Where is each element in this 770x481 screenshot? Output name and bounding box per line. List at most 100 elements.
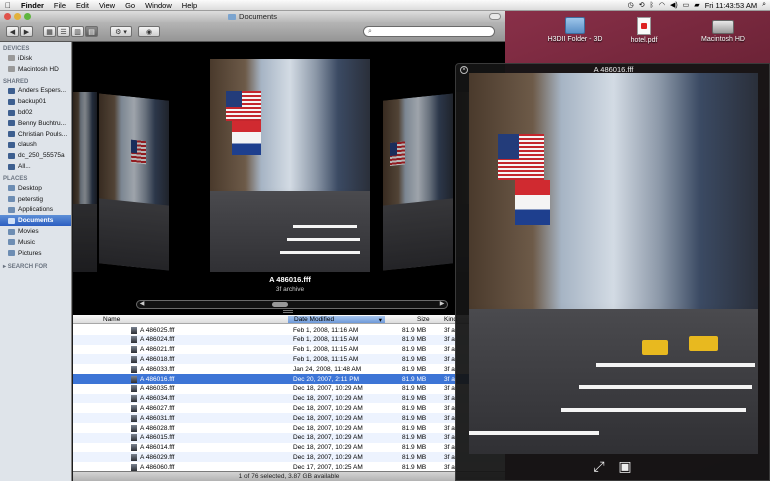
- minimize-button[interactable]: [14, 13, 21, 20]
- zoom-button[interactable]: [24, 13, 31, 20]
- sync-icon[interactable]: ⟲: [639, 1, 645, 9]
- table-row[interactable]: A 486031.fff Dec 18, 2007, 10:29 AM 81.9 M…: [73, 413, 505, 423]
- table-row[interactable]: A 486029.fff Dec 18, 2007, 10:29 AM 81.9 M…: [73, 452, 505, 463]
- sidebar-item-shared-all[interactable]: All...: [0, 161, 71, 172]
- table-row-selected[interactable]: A 486016.fff Dec 20, 2007, 2:11 PM 81.9 MB…: [73, 374, 505, 384]
- battery-icon[interactable]: ▭: [683, 1, 690, 9]
- sidebar-item-music[interactable]: Music: [0, 237, 71, 248]
- time-machine-icon[interactable]: ◷: [628, 1, 634, 9]
- sidebar-item-shared[interactable]: Christian Pouls...: [0, 129, 71, 140]
- sidebar-item-shared[interactable]: claush: [0, 140, 71, 151]
- table-row[interactable]: A 486018.fff Feb 1, 2008, 11:15 AM 81.9 MB…: [73, 354, 505, 365]
- taxi: [688, 335, 718, 352]
- coverflow-scrollbar[interactable]: ◀ ▶: [136, 300, 448, 309]
- sidebar-item-label: claush: [18, 141, 37, 149]
- sidebar-item-idisk[interactable]: iDisk: [0, 53, 71, 64]
- view-icons-button[interactable]: ▦: [43, 26, 56, 37]
- action-menu-button[interactable]: ⚙ ▾: [110, 26, 132, 37]
- spotlight-icon[interactable]: ⌕: [762, 1, 766, 9]
- file-thumbnail-icon: [131, 365, 137, 373]
- back-button[interactable]: ◀: [6, 26, 19, 37]
- sidebar-item-shared[interactable]: bd02: [0, 107, 71, 118]
- volume-icon[interactable]: ◀): [670, 1, 678, 9]
- status-bar: 1 of 76 selected, 3.87 GB available: [73, 471, 505, 481]
- view-list-button[interactable]: ☰: [57, 26, 70, 37]
- table-row[interactable]: A 486025.fff Feb 1, 2008, 11:16 AM 81.9 MB…: [73, 325, 505, 335]
- view-columns-button[interactable]: ▥: [71, 26, 84, 37]
- close-button[interactable]: [4, 13, 11, 20]
- table-row[interactable]: A 486014.fff Dec 18, 2007, 10:29 AM 81.9 M…: [73, 443, 505, 453]
- table-row[interactable]: A 486034.fff Dec 18, 2007, 10:29 AM 81.9 M…: [73, 393, 505, 404]
- menu-edit[interactable]: Edit: [71, 1, 94, 10]
- size-cell: 81.9 MB: [402, 444, 427, 452]
- sidebar-item-shared[interactable]: Benny Buchtru...: [0, 118, 71, 129]
- sidebar-item-home[interactable]: peterstig: [0, 194, 71, 205]
- apple-icon[interactable]: : [0, 1, 16, 10]
- file-name-cell: A 486029.fff: [140, 453, 175, 461]
- icon-view-icon: ▦: [46, 28, 53, 36]
- search-field[interactable]: ⌕: [363, 26, 495, 37]
- table-row[interactable]: A 486021.fff Feb 1, 2008, 11:15 AM 81.9 MB…: [73, 345, 505, 355]
- menu-clock[interactable]: Fri 11:43:53 AM: [705, 1, 757, 10]
- kind-cell: 3f a: [444, 385, 455, 393]
- sidebar-item-shared[interactable]: dc_250_55575a: [0, 150, 71, 161]
- table-row[interactable]: A 486035.fff Dec 18, 2007, 10:29 AM 81.9 M…: [73, 384, 505, 394]
- sidebar-section-devices[interactable]: DEVICES: [0, 44, 71, 53]
- menu-view[interactable]: View: [94, 1, 120, 10]
- sidebar-item-label: Macintosh HD: [18, 65, 59, 73]
- toolbar-toggle-button[interactable]: [489, 13, 501, 20]
- coverflow-view[interactable]: A 486016.fff 3f archive ◀ ▶: [73, 42, 505, 315]
- sidebar-section-search-for[interactable]: ▸ SEARCH FOR: [0, 261, 71, 271]
- wifi-icon[interactable]: ◠: [659, 1, 665, 9]
- resize-handle[interactable]: [283, 310, 293, 313]
- scroll-left-icon[interactable]: ◀: [138, 301, 146, 308]
- menu-file[interactable]: File: [49, 1, 71, 10]
- sidebar-item-desktop[interactable]: Desktop: [0, 183, 71, 194]
- coverflow-selected-item[interactable]: [210, 59, 370, 272]
- documents-icon: [8, 217, 15, 224]
- table-row[interactable]: A 486033.fff Jan 24, 2008, 11:48 AM 81.9 M…: [73, 364, 505, 374]
- size-cell: 81.9 MB: [402, 355, 427, 363]
- coverflow-item[interactable]: [99, 93, 169, 271]
- coverflow-scroll-thumb[interactable]: [272, 302, 288, 307]
- sidebar-item-documents[interactable]: Documents: [0, 215, 71, 227]
- coverflow-item[interactable]: [383, 93, 453, 271]
- sidebar-item-pictures[interactable]: Pictures: [0, 248, 71, 259]
- sidebar-section-places[interactable]: PLACES: [0, 174, 71, 183]
- flag-icon[interactable]: ▰: [694, 1, 699, 9]
- file-name-cell: A 486027.fff: [140, 404, 175, 412]
- view-coverflow-button[interactable]: ▤: [85, 26, 98, 37]
- bluetooth-icon[interactable]: ᛒ: [650, 2, 654, 9]
- sidebar-item-macintosh-hd[interactable]: Macintosh HD: [0, 64, 71, 75]
- folder-icon: [565, 17, 585, 34]
- forward-button[interactable]: ▶: [20, 26, 33, 37]
- folder-icon: [228, 13, 237, 20]
- table-row[interactable]: A 486024.fff Feb 1, 2008, 11:15 AM 81.9 MB…: [73, 334, 505, 345]
- desktop-icon-folder[interactable]: H3DII Folder - 3D: [545, 17, 605, 43]
- scroll-right-icon[interactable]: ▶: [438, 301, 446, 308]
- menu-go[interactable]: Go: [120, 1, 140, 10]
- quick-look-button[interactable]: ◉: [138, 26, 160, 37]
- fullscreen-icon[interactable]: ⤢: [590, 457, 608, 475]
- menu-window[interactable]: Window: [140, 1, 177, 10]
- sidebar-item-shared[interactable]: backup01: [0, 96, 71, 107]
- sidebar-section-shared[interactable]: SHARED: [0, 77, 71, 86]
- finder-window: Documents ◀ ▶ ▦ ☰ ▥ ▤ ⚙ ▾ ◉ ⌕ DEVICES iD…: [0, 11, 505, 481]
- menu-help[interactable]: Help: [177, 1, 202, 10]
- sidebar-item-label: Desktop: [18, 184, 42, 192]
- sidebar-item-shared[interactable]: Anders Espers...: [0, 86, 71, 97]
- table-row[interactable]: A 486015.fff Dec 18, 2007, 10:29 AM 81.9 M…: [73, 432, 505, 443]
- sidebar-item-applications[interactable]: Applications: [0, 205, 71, 216]
- table-row[interactable]: A 486028.fff Dec 18, 2007, 10:29 AM 81.9 M…: [73, 423, 505, 433]
- desktop-icon-pdf[interactable]: hotel.pdf: [614, 17, 674, 44]
- column-header-date[interactable]: Date Modified ▾: [288, 316, 385, 324]
- finder-title-bar[interactable]: Documents: [0, 11, 505, 22]
- menu-finder[interactable]: Finder: [16, 1, 49, 10]
- table-row[interactable]: A 486027.fff Dec 18, 2007, 10:29 AM 81.9 M…: [73, 403, 505, 413]
- add-to-iphoto-icon[interactable]: ▣: [616, 457, 634, 475]
- column-header-name[interactable]: Name: [103, 316, 120, 323]
- sidebar-item-movies[interactable]: Movies: [0, 226, 71, 237]
- coverflow-item[interactable]: [73, 92, 97, 272]
- column-header-size[interactable]: Size: [417, 316, 430, 323]
- desktop-icon-hd[interactable]: Macintosh HD: [693, 20, 753, 43]
